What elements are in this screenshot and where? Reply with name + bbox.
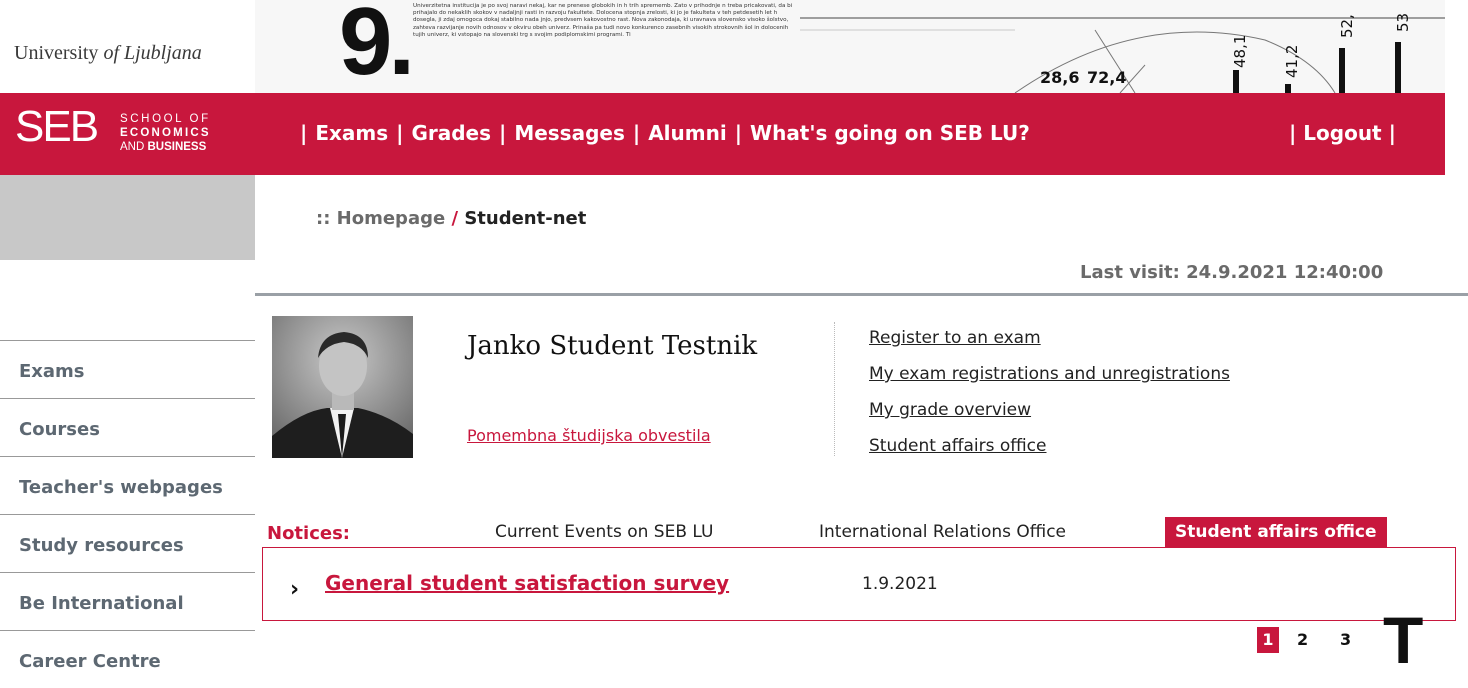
anniversary-banner: 9. Univerzitetna institucija je po svoj … [255,0,1445,93]
banner-value-4: 41,2 [1283,45,1301,78]
last-visit-label: Last visit: [1080,262,1180,283]
breadcrumb-home[interactable]: :: Homepage [316,208,445,229]
seb-logo-text: SCHOOL OF ECONOMICS AND BUSINESS [120,112,211,154]
banner-value-6: 53 [1394,13,1412,32]
notice-date: 1.9.2021 [862,574,938,594]
nav-messages[interactable]: Messages [514,121,625,145]
logo-line-school: SCHOOL OF [120,113,211,125]
tab-student-affairs[interactable]: Student affairs office [1165,517,1387,547]
logo-business: BUSINESS [147,141,207,153]
nav-separator: | [1289,121,1297,145]
tab-international-relations[interactable]: International Relations Office [819,517,1066,547]
logo-line-business: AND BUSINESS [120,140,211,154]
sidebar-item-be-international[interactable]: Be International [0,572,255,630]
quick-links: Register to an exam My exam registration… [869,320,1230,464]
notices-label: Notices: [267,523,350,544]
university-prefix: University [14,42,99,64]
overlay-letter: T [1383,603,1424,677]
logout-nav: | Logout | [1289,121,1396,145]
sidebar-header-block [0,175,255,260]
banner-value-1: 28,6 [1040,68,1079,87]
important-notices-link[interactable]: Pomembna študijska obvestila [467,426,711,445]
banner-value-3: 48,1 [1231,35,1249,68]
nav-separator: | [300,121,308,145]
register-exam-link[interactable]: Register to an exam [869,320,1230,356]
banner-graphic: 28,6 72,4 48,1 41,2 52, 53 [800,13,1445,93]
exam-registrations-link[interactable]: My exam registrations and unregistration… [869,356,1230,392]
breadcrumb-current: Student-net [464,208,587,229]
notice-title-link[interactable]: General student satisfaction survey [325,571,729,595]
university-header: University of Ljubljana [0,0,255,93]
page-1[interactable]: 1 [1257,627,1279,653]
sidebar: Exams Courses Teacher's webpages Study r… [0,340,255,688]
sidebar-item-study-resources[interactable]: Study resources [0,514,255,572]
nav-separator: | [632,121,641,145]
page-3[interactable]: 3 [1340,627,1350,653]
nav-separator: | [734,121,743,145]
nav-exams[interactable]: Exams [315,121,388,145]
chevron-right-icon: › [290,577,300,602]
nav-separator: | [396,121,404,145]
logo-and: AND [120,141,145,153]
grade-overview-link[interactable]: My grade overview [869,392,1230,428]
student-photo [272,316,413,458]
logout-link[interactable]: Logout [1303,121,1381,145]
last-visit-value: 24.9.2021 12:40:00 [1186,262,1384,283]
nav-grades[interactable]: Grades [411,121,491,145]
nav-separator: | [499,121,507,145]
sidebar-item-career-centre[interactable]: Career Centre [0,630,255,688]
logo-line-economics: ECONOMICS [120,127,211,139]
university-name[interactable]: University of Ljubljana [14,42,202,65]
university-of: of Ljubljana [103,42,202,64]
breadcrumb-separator: / [451,208,459,229]
avatar [272,316,413,458]
nav-whats-going-on[interactable]: What's going on SEB LU? [750,121,1030,145]
seb-logo[interactable]: SEB [15,103,99,151]
breadcrumb: :: Homepage / Student-net [316,208,586,229]
page-2[interactable]: 2 [1297,627,1308,653]
sidebar-item-exams[interactable]: Exams [0,340,255,398]
student-affairs-link[interactable]: Student affairs office [869,428,1230,464]
sidebar-item-teachers-webpages[interactable]: Teacher's webpages [0,456,255,514]
profile-divider [834,322,836,456]
tab-current-events[interactable]: Current Events on SEB LU [495,517,713,547]
sidebar-item-courses[interactable]: Courses [0,398,255,456]
student-name: Janko Student Testnik [467,331,758,361]
banner-value-5: 52, [1338,14,1356,38]
divider-line [255,293,1468,296]
nav-separator: | [1388,121,1396,145]
banner-value-2: 72,4 [1087,68,1126,87]
nav-alumni[interactable]: Alumni [648,121,727,145]
main-nav: | Exams | Grades | Messages | Alumni | What's goi… [292,121,1030,145]
last-visit: Last visit: 24.9.2021 12:40:00 [1080,262,1383,283]
